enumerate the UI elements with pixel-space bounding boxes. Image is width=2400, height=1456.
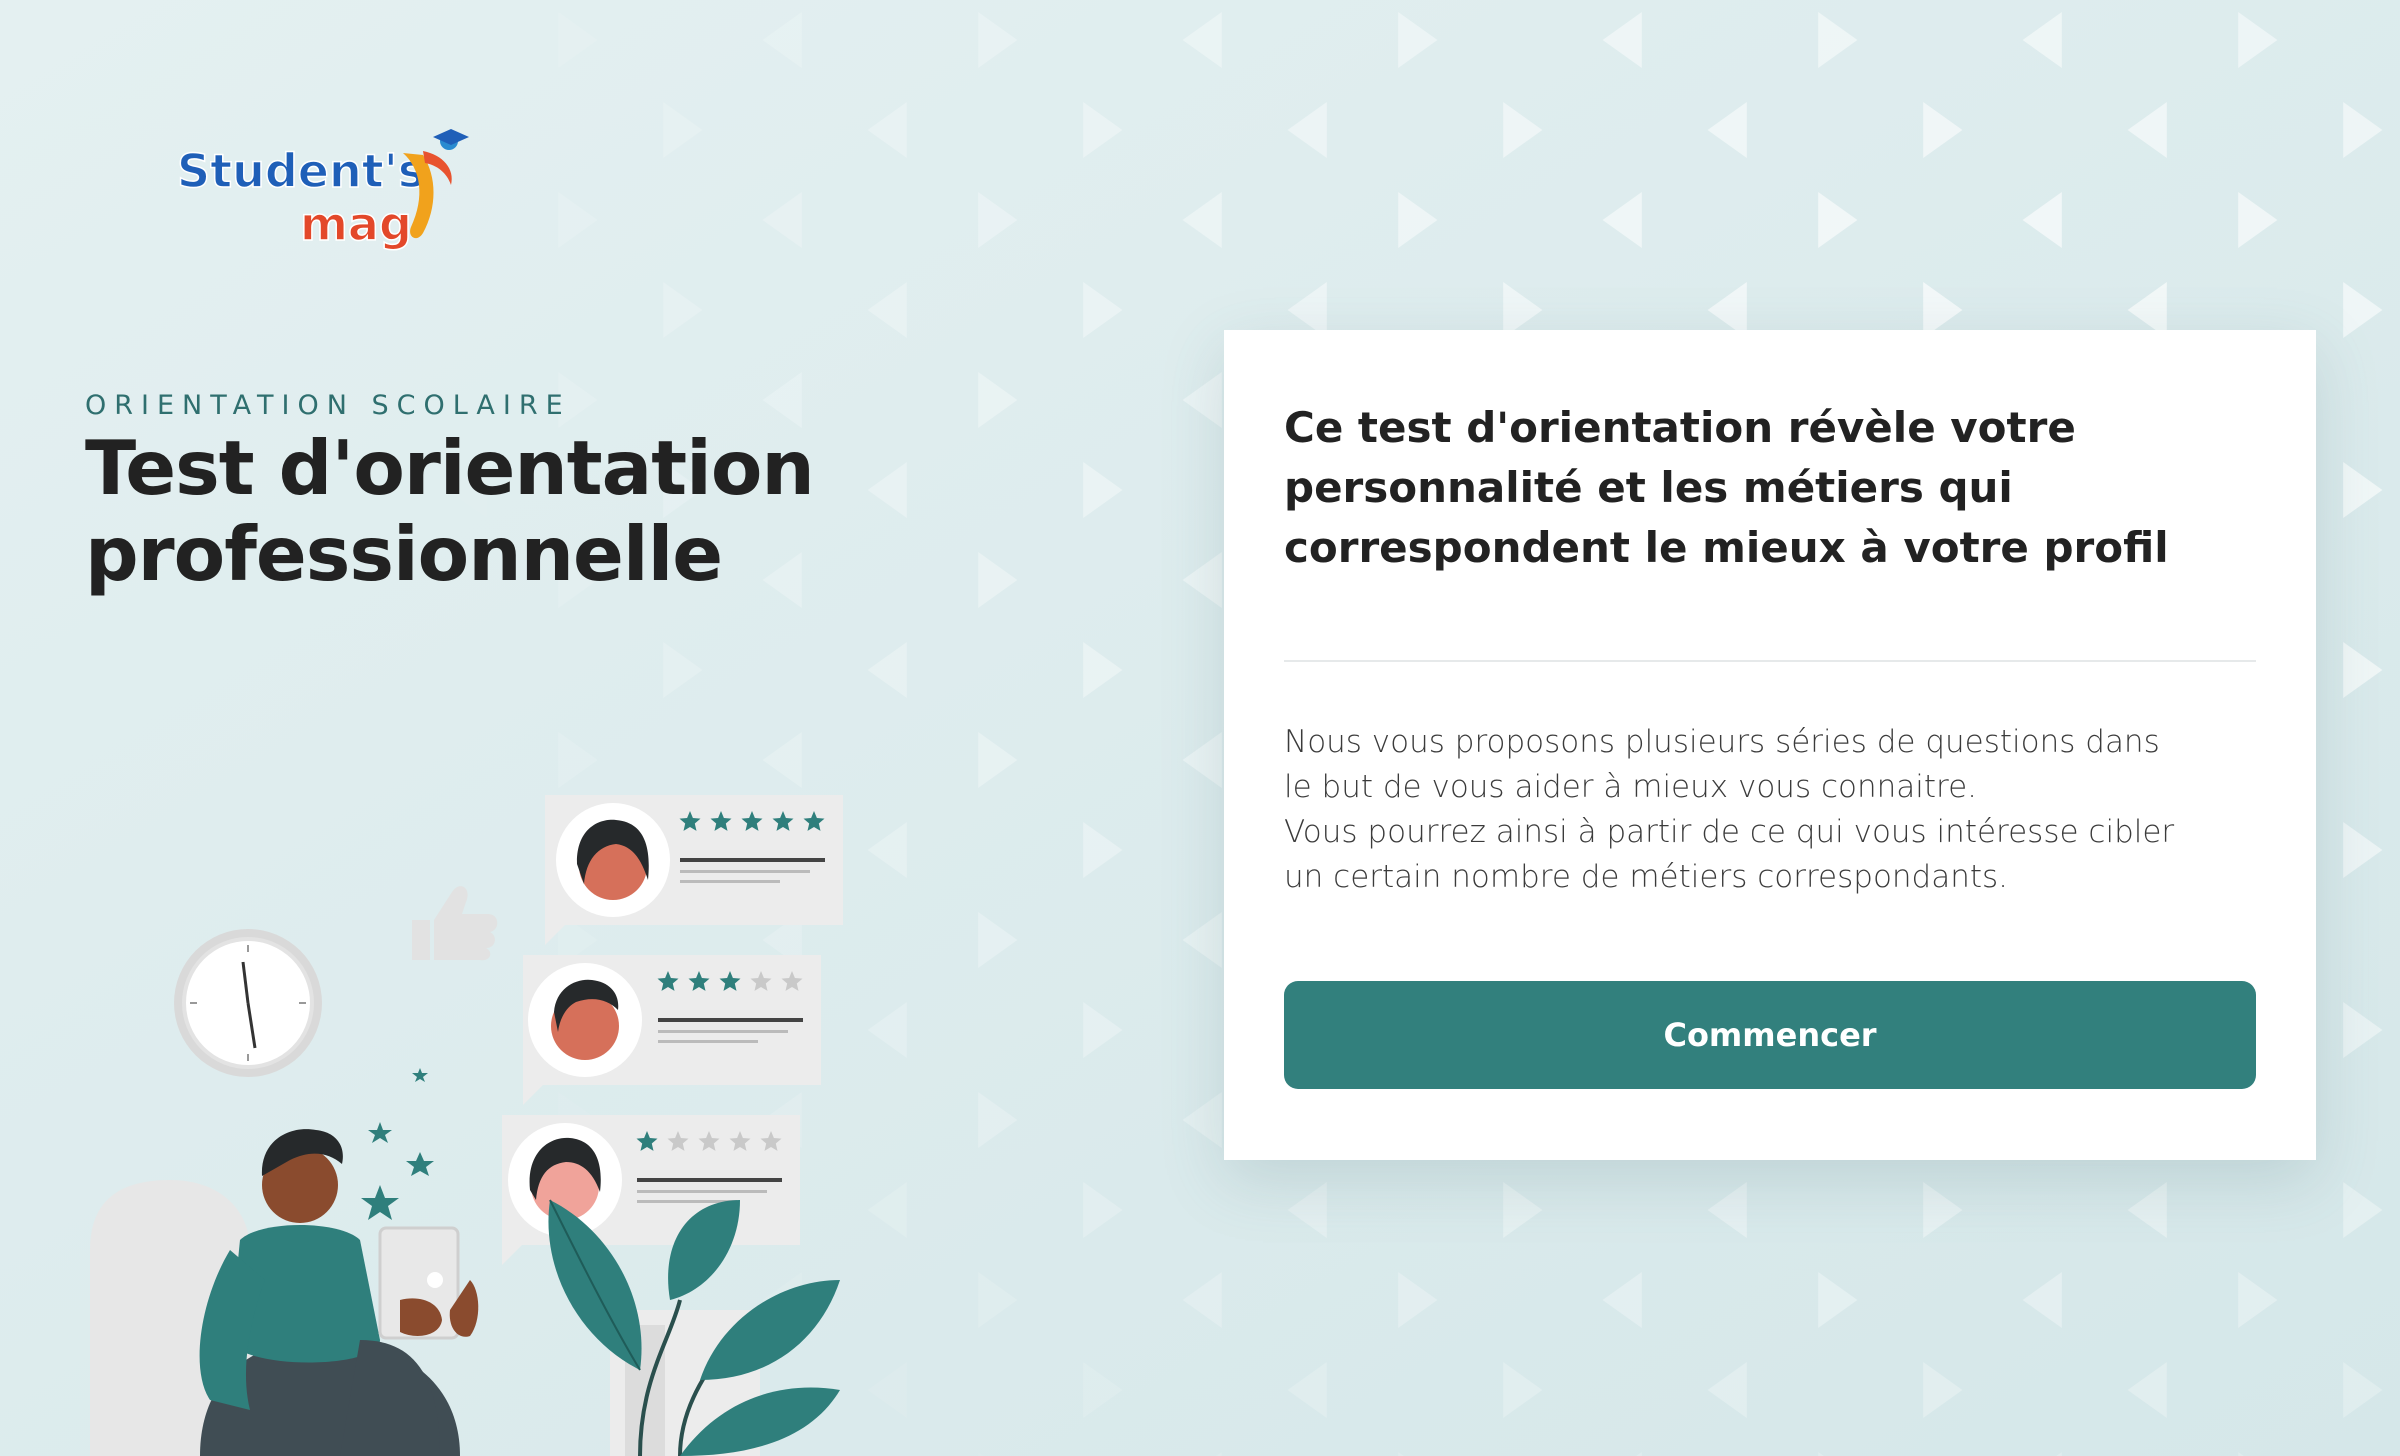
- card-description: Nous vous proposons plusieurs séries de …: [1284, 720, 2264, 900]
- card-heading-line-3: correspondent le mieux à votre profil: [1284, 523, 2169, 572]
- logo-word-students: Student's: [177, 144, 425, 198]
- card-description-line-3: Vous pourrez ainsi à partir de ce qui vo…: [1284, 814, 2175, 850]
- card-description-line-1: Nous vous proposons plusieurs séries de …: [1284, 724, 2160, 760]
- card-heading-line-1: Ce test d'orientation révèle votre: [1284, 403, 2076, 452]
- star-icon: [361, 1068, 434, 1220]
- review-card-2: [523, 955, 821, 1105]
- students-mag-logo[interactable]: Student's mag: [175, 125, 475, 255]
- page-title-line-2: professionnelle: [85, 510, 723, 598]
- eyebrow-label: ORIENTATION SCOLAIRE: [85, 390, 571, 421]
- card-heading-line-2: personnalité et les métiers qui: [1284, 463, 2013, 512]
- intro-card: Ce test d'orientation révèle votre perso…: [1224, 330, 2316, 1160]
- logo-word-mag: mag: [300, 197, 412, 251]
- card-description-line-4: un certain nombre de métiers corresponda…: [1284, 859, 2009, 895]
- page-title: Test d'orientation professionnelle: [85, 425, 1085, 597]
- card-description-line-2: le but de vous aider à mieux vous connai…: [1284, 769, 1978, 805]
- review-card-1: [545, 795, 843, 945]
- card-divider: [1284, 660, 2256, 662]
- page-title-line-1: Test d'orientation: [85, 424, 815, 512]
- person-figure: [199, 1129, 479, 1456]
- start-button[interactable]: Commencer: [1284, 981, 2256, 1089]
- thumbs-up-icon: [412, 886, 498, 961]
- review-card-3: [502, 1115, 800, 1265]
- orientation-illustration: [90, 795, 843, 1456]
- card-heading: Ce test d'orientation révèle votre perso…: [1284, 398, 2264, 578]
- clock-icon: [174, 929, 322, 1077]
